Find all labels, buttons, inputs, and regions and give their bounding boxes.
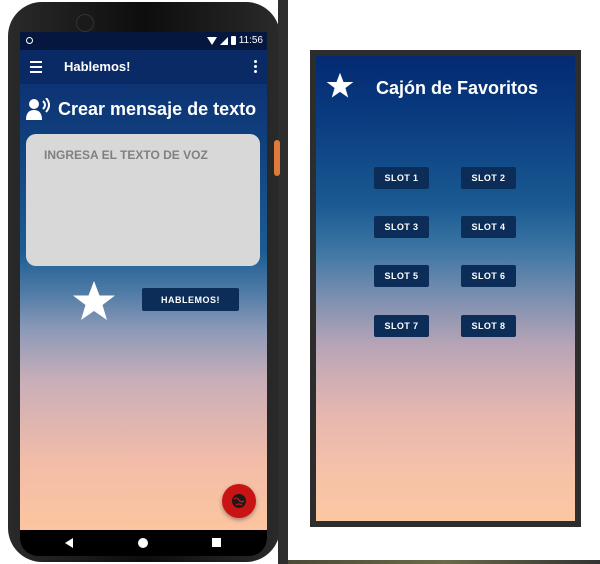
speaking-person-icon (26, 98, 50, 120)
favorite-star-icon[interactable] (72, 280, 116, 322)
fab-button[interactable] (222, 484, 256, 518)
power-button (274, 140, 280, 176)
star-icon (326, 72, 354, 98)
favorites-drawer-frame: Cajón de Favoritos SLOT 1 SLOT 2 SLOT 3 … (310, 50, 581, 527)
app-title: Hablemos! (64, 59, 131, 74)
camera-icon (76, 14, 94, 32)
background-strip (288, 560, 600, 564)
page-title-text: Crear mensaje de texto (58, 98, 257, 119)
menu-icon[interactable] (30, 61, 42, 76)
status-indicators: 11:56 (206, 35, 263, 46)
home-icon[interactable] (138, 538, 148, 548)
back-icon[interactable] (65, 538, 73, 548)
favorites-drawer: Cajón de Favoritos SLOT 1 SLOT 2 SLOT 3 … (316, 56, 575, 521)
slot-3-button[interactable]: SLOT 3 (374, 216, 429, 238)
status-time: 11:56 (238, 35, 263, 46)
slot-6-button[interactable]: SLOT 6 (461, 265, 516, 287)
more-options-icon[interactable] (254, 60, 257, 75)
wifi-icon (206, 36, 217, 45)
app-screen: 11:56 Hablemos! Crear mensaje de texto H… (20, 32, 267, 530)
page-title: Crear mensaje de texto (26, 98, 256, 120)
speak-button[interactable]: HABLEMOS! (142, 288, 239, 311)
slot-7-button[interactable]: SLOT 7 (374, 315, 429, 337)
globe-icon (232, 494, 246, 508)
recents-icon[interactable] (212, 538, 221, 547)
signal-icon (219, 36, 228, 45)
slot-8-button[interactable]: SLOT 8 (461, 315, 516, 337)
slot-5-button[interactable]: SLOT 5 (374, 265, 429, 287)
slot-2-button[interactable]: SLOT 2 (461, 167, 516, 189)
slot-1-button[interactable]: SLOT 1 (374, 167, 429, 189)
slot-4-button[interactable]: SLOT 4 (461, 216, 516, 238)
voice-text-input[interactable] (26, 134, 260, 266)
device-edge (278, 0, 288, 564)
navigation-bar (20, 530, 267, 556)
battery-icon (230, 36, 236, 45)
notification-icon (26, 37, 33, 44)
status-bar: 11:56 (20, 32, 267, 50)
drawer-title: Cajón de Favoritos (376, 78, 539, 98)
app-bar: Hablemos! (20, 50, 267, 84)
